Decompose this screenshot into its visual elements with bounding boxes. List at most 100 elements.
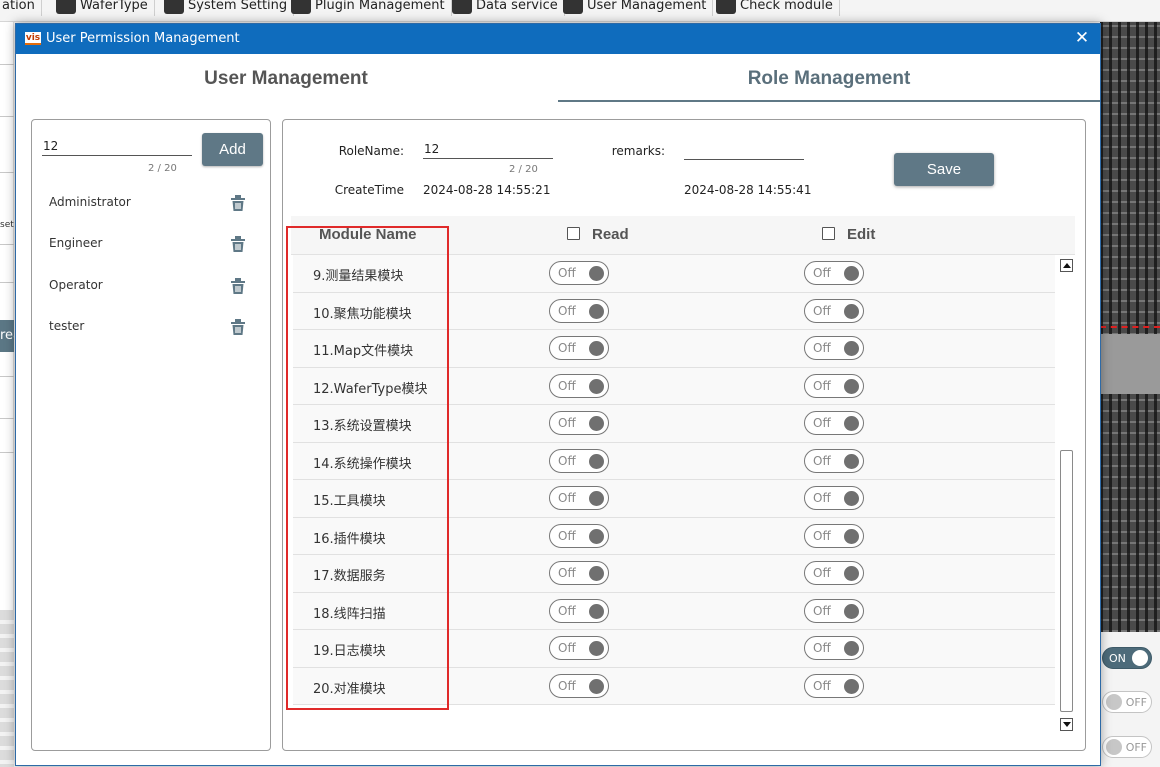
- divider: [0, 418, 14, 419]
- module-name: 10.聚焦功能模块: [313, 306, 412, 322]
- column-header-module: Module Name: [319, 226, 417, 243]
- read-toggle[interactable]: Off: [549, 373, 609, 398]
- read-toggle[interactable]: Off: [549, 261, 609, 285]
- save-button[interactable]: Save: [894, 153, 994, 186]
- table-row: 16.插件模块 Off Off: [293, 517, 1055, 555]
- background-toggle-off[interactable]: OFF: [1102, 736, 1152, 758]
- edit-toggle[interactable]: Off: [804, 486, 864, 510]
- toggle-knob: [844, 528, 859, 544]
- trash-icon[interactable]: [228, 276, 248, 296]
- toggle-knob: [844, 303, 859, 319]
- edit-toggle[interactable]: Off: [804, 261, 864, 285]
- role-search-input[interactable]: [42, 136, 192, 156]
- edit-all-checkbox[interactable]: [822, 227, 835, 240]
- module-name: 17.数据服务: [313, 569, 386, 584]
- gear-icon: [164, 0, 184, 14]
- trash-icon[interactable]: [228, 234, 248, 254]
- module-name: 13.系统设置模块: [313, 419, 412, 434]
- toggle-knob: [844, 491, 859, 506]
- table-row: 11.Map文件模块 Off Off: [293, 330, 1055, 368]
- read-toggle[interactable]: Off: [549, 523, 609, 548]
- edit-toggle[interactable]: Off: [804, 561, 864, 585]
- createtime-value: 2024-08-28 14:55:21: [423, 183, 551, 197]
- toolbar-tab-wafertype[interactable]: WaferType: [50, 0, 155, 16]
- tab-role-management[interactable]: Role Management: [558, 54, 1100, 102]
- background-toggle-off[interactable]: OFF: [1102, 691, 1152, 713]
- read-toggle[interactable]: Off: [549, 598, 609, 623]
- toggle-knob: [589, 528, 604, 544]
- read-toggle[interactable]: Off: [549, 673, 609, 698]
- read-toggle[interactable]: Off: [549, 636, 609, 660]
- list-item-tester[interactable]: tester: [32, 313, 270, 341]
- wafertype-icon: [56, 0, 76, 14]
- table-row: 19.日志模块 Off Off: [293, 630, 1055, 668]
- close-icon[interactable]: ✕: [1072, 28, 1092, 48]
- toolbar-tab-system-setting[interactable]: System Setting: [158, 0, 295, 16]
- toggle-knob: [589, 641, 604, 656]
- toggle-knob: [844, 341, 859, 356]
- scroll-down-arrow-icon[interactable]: [1060, 718, 1073, 731]
- module-name: 16.插件模块: [313, 531, 386, 547]
- tab-user-management[interactable]: User Management: [16, 54, 556, 102]
- table-row: 15.工具模块 Off Off: [293, 480, 1055, 518]
- toolbar-tab-data-service[interactable]: Data service: [446, 0, 565, 16]
- add-button[interactable]: Add: [202, 133, 263, 166]
- remarks-input[interactable]: [684, 140, 804, 160]
- toggle-knob: [589, 566, 604, 581]
- toggle-knob: [844, 678, 859, 694]
- background-left-panel: set rea: [0, 22, 14, 767]
- module-name: 12.WaferType模块: [313, 381, 428, 397]
- edit-toggle[interactable]: Off: [804, 598, 864, 623]
- trash-icon[interactable]: [228, 193, 248, 213]
- list-item-engineer[interactable]: Engineer: [32, 230, 270, 258]
- toolbar-tab-plugin-management[interactable]: Plugin Management: [285, 0, 452, 16]
- rolename-input[interactable]: [423, 139, 553, 159]
- edit-toggle[interactable]: Off: [804, 373, 864, 398]
- toolbar-tab-user-management[interactable]: User Management: [557, 0, 714, 16]
- edit-toggle[interactable]: Off: [804, 523, 864, 548]
- module-name: 14.系统操作模块: [313, 456, 412, 472]
- divider: [0, 376, 14, 377]
- table-row: 17.数据服务 Off Off: [293, 555, 1055, 593]
- list-item-administrator[interactable]: Administrator: [32, 189, 270, 217]
- createtime-label: CreateTime: [334, 183, 404, 197]
- list-item-label: Engineer: [49, 236, 103, 250]
- toggle-knob: [589, 453, 604, 469]
- read-toggle[interactable]: Off: [549, 336, 609, 360]
- read-toggle[interactable]: Off: [549, 448, 609, 473]
- edit-toggle[interactable]: Off: [804, 298, 864, 323]
- divider: [0, 452, 14, 453]
- edit-toggle[interactable]: Off: [804, 673, 864, 698]
- edit-toggle[interactable]: Off: [804, 636, 864, 660]
- vertical-scrollbar[interactable]: [1059, 255, 1074, 737]
- edit-toggle[interactable]: Off: [804, 448, 864, 473]
- read-toggle[interactable]: Off: [549, 561, 609, 585]
- toggle-knob: [844, 266, 859, 281]
- divider: [0, 244, 14, 245]
- toggle-knob: [589, 266, 604, 281]
- module-name: 18.线阵扫描: [313, 606, 386, 622]
- table-row: 20.对准模块 Off Off: [293, 667, 1055, 705]
- background-toggle-on[interactable]: ON: [1102, 647, 1152, 669]
- toolbar-tab-operation[interactable]: ation: [0, 0, 42, 16]
- dialog-titlebar[interactable]: vis User Permission Management ✕: [16, 24, 1100, 54]
- toggle-knob: [589, 416, 604, 431]
- column-header-read: Read: [592, 226, 629, 243]
- toggle-knob: [589, 678, 604, 694]
- read-toggle[interactable]: Off: [549, 486, 609, 510]
- read-toggle[interactable]: Off: [549, 298, 609, 323]
- edit-toggle[interactable]: Off: [804, 411, 864, 435]
- scrollbar-thumb[interactable]: [1060, 450, 1073, 712]
- module-name: 20.对准模块: [313, 681, 386, 697]
- read-toggle[interactable]: Off: [549, 411, 609, 435]
- scroll-up-arrow-icon[interactable]: [1060, 259, 1073, 272]
- list-item-operator[interactable]: Operator: [32, 272, 270, 300]
- edit-toggle[interactable]: Off: [804, 336, 864, 360]
- background-button[interactable]: rea: [0, 320, 14, 352]
- trash-icon[interactable]: [228, 317, 248, 337]
- table-row: 10.聚焦功能模块 Off Off: [293, 292, 1055, 330]
- toolbar-tab-check-module[interactable]: Check module: [710, 0, 840, 16]
- read-all-checkbox[interactable]: [567, 227, 580, 240]
- module-name: 15.工具模块: [313, 494, 386, 509]
- module-name: 11.Map文件模块: [313, 344, 414, 359]
